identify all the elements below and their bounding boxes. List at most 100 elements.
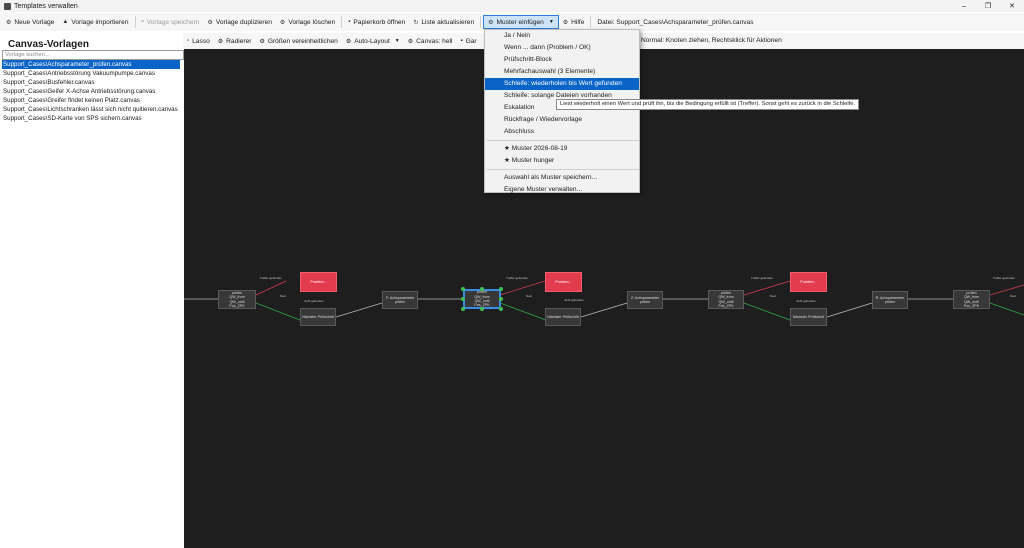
refresh-icon: ↻ — [413, 19, 419, 26]
edge-line — [743, 302, 791, 321]
edge-line — [255, 302, 301, 321]
insert-pattern-dropdown[interactable]: ⚙ Muster einfügen ▼ — [483, 15, 559, 29]
auto-layout-dropdown[interactable]: ⚙ Auto-Layout ▼ — [342, 34, 404, 48]
resize-handle[interactable] — [499, 297, 503, 301]
edge-line — [989, 302, 1024, 316]
problem-node[interactable]: Problem... — [545, 272, 582, 292]
edge-label: nicht gefunden — [564, 298, 584, 302]
save-template-button[interactable]: ▫ Vorlage speichern — [138, 15, 204, 29]
edge-label: Treffer gefunden — [993, 276, 1016, 280]
mode-hint: Normal: Knoten ziehen, Rechtsklick für A… — [641, 37, 782, 44]
menu-separator — [487, 169, 639, 170]
menu-item-yes-no[interactable]: Ja / Nein — [485, 30, 639, 42]
param-node[interactable]: R: Achsparameter prüfen — [872, 291, 908, 309]
app-icon — [4, 2, 11, 10]
problem-node[interactable]: Problem... — [790, 272, 827, 292]
next-step-node[interactable]: Nächster Prüfschritt — [545, 308, 581, 326]
title-bar: Templates verwalten – ❐ ✕ — [0, 0, 1024, 12]
search-input[interactable]: Vorlage suchen... — [2, 50, 184, 60]
loop-node-selected[interactable]: prüfen QW_from QW_until Pos_ZPK — [463, 289, 501, 309]
menu-item-loop-until-found[interactable]: Schleife: wiederholen bis Wert gefunden — [485, 78, 639, 90]
toolbar-separator — [134, 16, 136, 28]
duplicate-template-button[interactable]: ⚙ Vorlage duplizieren — [203, 15, 275, 29]
open-trash-button[interactable]: ▪ Papierkorb öffnen — [344, 15, 409, 29]
import-icon: ▲ — [62, 19, 69, 25]
edge-label: Nein — [770, 294, 777, 298]
menu-separator — [487, 140, 639, 141]
edge-label: Treffer gefunden — [506, 276, 529, 280]
menu-item-if-then[interactable]: Wenn ... dann (Problem / OK) — [485, 42, 639, 54]
toolbar-separator — [480, 16, 482, 28]
minimize-button[interactable]: – — [952, 0, 976, 12]
menu-item-multi-choice[interactable]: Mehrfachauswahl (3 Elemente) — [485, 66, 639, 78]
menu-item-custom-pattern[interactable]: ★ Muster hunger — [485, 155, 639, 167]
toolbar-separator — [590, 16, 592, 28]
gear-icon: ⚙ — [6, 19, 12, 26]
menu-item-followup[interactable]: Rückfrage / Wiedervorlage — [485, 114, 639, 126]
resize-handle[interactable] — [461, 287, 465, 291]
window-title: Templates verwalten — [14, 2, 78, 10]
loop-node[interactable]: prüfen QW_from QW_until Pos_ZPK — [218, 290, 256, 309]
help-button[interactable]: ⚙ Hilfe — [559, 15, 589, 29]
list-item[interactable]: Support_Cases\Antriebsstörung Vakuumpump… — [2, 69, 180, 78]
import-template-button[interactable]: ▲ Vorlage importieren — [58, 15, 132, 29]
delete-icon: ⚙ — [279, 19, 286, 26]
theme-icon: ⚙ — [407, 38, 414, 45]
loop-node[interactable]: prüfen QW_from QW_until Pos_ZPK — [708, 290, 744, 309]
insert-pattern-menu: Ja / Nein Wenn ... dann (Problem / OK) P… — [484, 29, 640, 193]
edge-label: nicht gefunden — [304, 299, 324, 303]
trash-icon: ▪ — [348, 19, 351, 25]
resize-handle[interactable] — [499, 307, 503, 311]
file-info: Datei: Support_Cases\Achsparameter_prüfe… — [597, 18, 754, 26]
param-node[interactable]: F: Achsparameter prüfen — [382, 291, 418, 309]
menu-item-save-selection[interactable]: Auswahl als Muster speichern... — [485, 172, 639, 184]
resize-handle[interactable] — [480, 307, 484, 311]
unify-sizes-button[interactable]: ⚙ Größen vereinheitlichen — [255, 34, 341, 48]
edge-label: Treffer gefunden — [260, 276, 283, 280]
resize-handle[interactable] — [461, 297, 465, 301]
menu-item-custom-pattern[interactable]: ★ Muster 2026-08-19 — [485, 143, 639, 155]
menu-tooltip: Liest wiederholt einen Wert und prüft ih… — [556, 99, 860, 110]
edge-line — [580, 302, 628, 318]
menu-item-finish[interactable]: Abschluss — [485, 126, 639, 138]
new-template-button[interactable]: ⚙ Neue Vorlage — [2, 15, 58, 29]
save-icon: ▫ — [141, 19, 144, 25]
layout-icon: ⚙ — [345, 38, 352, 45]
lasso-icon: ▫ — [187, 38, 190, 44]
loop-node[interactable]: prüfen QW_from QW_until Pos_ZPK — [953, 290, 990, 309]
pattern-icon: ⚙ — [488, 19, 494, 26]
template-list: Support_Cases\Achsparameter_prüfen.canva… — [2, 60, 180, 123]
grid-button[interactable]: ▪ Gar — [456, 34, 480, 48]
resize-handle[interactable] — [480, 287, 484, 291]
list-item[interactable]: Support_Cases\SD-Karte von SPS sichern.c… — [2, 114, 180, 123]
delete-template-button[interactable]: ⚙ Vorlage löschen — [276, 15, 339, 29]
resize-handle[interactable] — [461, 307, 465, 311]
menu-item-check-block[interactable]: Prüfschritt-Block — [485, 54, 639, 66]
resize-handle[interactable] — [499, 287, 503, 291]
help-icon: ⚙ — [562, 19, 569, 26]
close-button[interactable]: ✕ — [1000, 0, 1024, 12]
list-item[interactable]: Support_Cases\Achsparameter_prüfen.canva… — [2, 60, 180, 69]
menu-item-manage-patterns[interactable]: Eigene Muster verwalten... — [485, 184, 639, 196]
edge-label: Nein — [1010, 294, 1017, 298]
list-item[interactable]: Support_Cases\Lichtschranken lässt sich … — [2, 105, 180, 114]
lasso-button[interactable]: ▫ Lasso — [183, 34, 214, 48]
param-node[interactable]: Z: Achsparameter prüfen — [627, 291, 663, 309]
edge-line — [499, 302, 547, 321]
edge-line — [499, 280, 546, 296]
list-item[interactable]: Support_Cases\Geifer X-Achse Antriebsstö… — [2, 87, 180, 96]
chevron-down-icon: ▼ — [548, 19, 554, 25]
list-item[interactable]: Support_Cases\Busfehler.canvas — [2, 78, 180, 87]
eraser-icon: ⚙ — [217, 38, 224, 45]
maximize-button[interactable]: ❐ — [976, 0, 1000, 12]
list-item[interactable]: Support_Cases\Greifer findet keinen Plat… — [2, 96, 180, 105]
next-step-node[interactable]: Nächster Prüfschritt — [790, 308, 827, 326]
problem-node[interactable]: Problem... — [300, 272, 337, 292]
toolbar-separator — [341, 16, 343, 28]
refresh-list-button[interactable]: ↻ Liste aktualisieren — [409, 15, 478, 29]
next-step-node[interactable]: Nächster Prüfschritt — [300, 308, 336, 326]
canvas-theme-button[interactable]: ⚙ Canvas: hell — [404, 34, 457, 48]
duplicate-icon: ⚙ — [207, 19, 213, 26]
chevron-down-icon: ▼ — [394, 38, 400, 44]
eraser-button[interactable]: ⚙ Radierer — [214, 34, 256, 48]
